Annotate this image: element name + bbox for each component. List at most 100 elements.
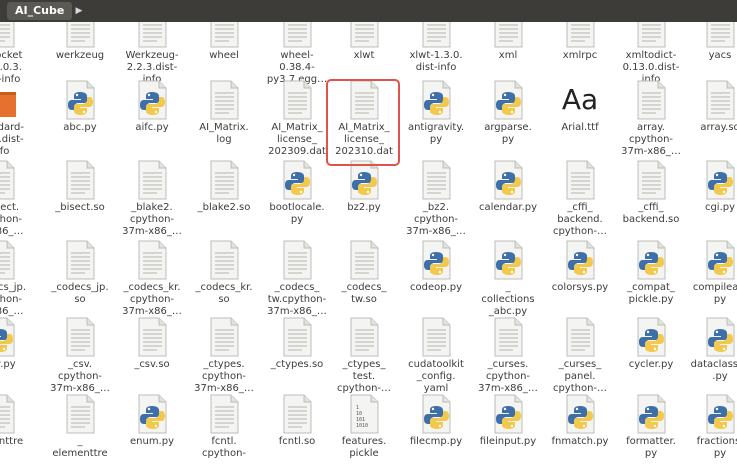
document-icon [135,160,169,200]
file-item[interactable]: _compat_ pickle.py [617,240,685,318]
file-item[interactable]: 1 10 101 1010 features. pickle [330,394,398,468]
document-icon [207,317,241,357]
document-icon [280,317,314,357]
file-item[interactable]: _codecs_kr. cpython- 37m-x86_… [118,240,186,318]
file-item[interactable]: xlwt [330,22,398,86]
file-item[interactable]: ementtre [0,394,34,468]
file-label: _csv. cpython- 37m-x86_… [50,359,110,394]
path-bar: AI_Cube ▶ [0,0,737,22]
file-label: _compat_ pickle.py [627,282,675,305]
file-item[interactable]: _curses_ panel. cpython-… [546,317,614,395]
file-item[interactable]: AI_Matrix. log [190,80,258,158]
file-label: _codecs_kr. cpython- 37m-x86_… [122,282,182,317]
file-item[interactable]: codeop.py [402,240,470,318]
file-item[interactable]: Aa Arial.ttf [546,80,614,158]
python-file-icon [563,394,597,434]
document-icon [207,240,241,280]
file-item[interactable]: antigravity. py [402,80,470,158]
python-file-icon [703,394,737,434]
file-item[interactable]: bz2.py [330,160,398,238]
file-item[interactable]: fcntl. cpython- [190,394,258,468]
file-label: standard- 21.0.dist- info [0,122,24,157]
file-item[interactable]: formatter. py [617,394,685,468]
file-label: aifc.py [135,122,169,133]
file-item[interactable]: fcntl.so [263,394,331,468]
file-label: _cffi_ backend. cpython-… [552,202,608,237]
file-item[interactable]: xml [474,22,542,86]
file-item[interactable]: wheel- 0.38.4- py3.7.egg… [263,22,331,86]
file-label: _ctypes_ test. cpython-… [336,359,392,394]
file-item[interactable]: bootlocale. py [263,160,331,238]
file-item[interactable]: filecmp.py [402,394,470,468]
file-label: xlwt [353,50,375,61]
python-file-icon [703,317,737,357]
file-item[interactable]: ebsocket s-11.0.3. dist-info [0,22,34,86]
file-item[interactable]: compileall. py [686,240,737,318]
file-item[interactable]: _ collections _abc.py [474,240,542,318]
file-item[interactable]: AI_Matrix_ license_ 202309.dat [263,80,331,158]
file-item[interactable]: xlwt-1.3.0. dist-info [402,22,470,86]
file-item[interactable]: _curses. cpython- 37m-x86_… [474,317,542,395]
file-item[interactable]: _codecs_ tw.cpython- 37m-x86_… [263,240,331,318]
file-item[interactable]: werkzeug [46,22,114,86]
file-item[interactable]: _codecs_jp. so [46,240,114,318]
file-item[interactable]: calendar.py [474,160,542,238]
file-item[interactable]: _blake2.so [190,160,258,238]
file-label: antigravity. py [407,122,465,145]
python-file-icon [135,394,169,434]
breadcrumb-current[interactable]: AI_Cube [7,2,73,20]
file-item[interactable]: aifc.py [118,80,186,158]
file-item[interactable]: array. cpython- 37m-x86_… [617,80,685,158]
file-item[interactable]: _blake2. cpython- 37m-x86_… [118,160,186,238]
file-item[interactable]: _bisect. cpython- m-x86_… [0,160,34,238]
file-label: formatter. py [626,436,676,459]
file-item[interactable]: _ctypes. cpython- 37m-x86_… [190,317,258,395]
file-item[interactable]: fnmatch.py [546,394,614,468]
file-item[interactable]: fractions. py [686,394,737,468]
breadcrumb-forward-icon[interactable]: ▶ [70,2,88,20]
file-label: _bz2. cpython- 37m-x86_… [406,202,466,237]
file-item[interactable]: _ctypes.so [263,317,331,395]
file-label: _ elementtre [52,436,108,459]
file-item[interactable]: codecs_jp. cpython- m-x86_… [0,240,34,318]
file-item[interactable]: _codecs_ tw.so [330,240,398,318]
file-item[interactable]: fileinput.py [474,394,542,468]
python-file-icon [347,160,381,200]
file-label: fcntl.so [278,436,316,447]
document-icon [0,22,17,48]
file-item[interactable]: yacs [686,22,737,86]
file-item[interactable]: colorsys.py [546,240,614,318]
document-icon [63,240,97,280]
file-item[interactable]: csv.py [0,317,34,395]
file-item[interactable]: _bisect.so [46,160,114,238]
file-item[interactable]: dataclasses .py [686,317,737,395]
file-item[interactable]: xmltodict- 0.13.0.dist- info [617,22,685,86]
file-item[interactable]: _ elementtre [46,394,114,468]
file-label: bootlocale. py [269,202,325,225]
file-item[interactable]: _cffi_ backend. cpython-… [546,160,614,238]
document-icon [63,394,97,434]
file-item[interactable]: wheel [190,22,258,86]
file-item[interactable]: _cffi_ backend.so [617,160,685,238]
document-icon [63,160,97,200]
file-item[interactable]: _csv. cpython- 37m-x86_… [46,317,114,395]
file-item[interactable]: standard- 21.0.dist- info [0,80,34,158]
file-item[interactable]: cycler.py [617,317,685,395]
document-icon [419,160,453,200]
file-item[interactable]: array.so [686,80,737,158]
file-item[interactable]: abc.py [46,80,114,158]
file-item[interactable]: _bz2. cpython- 37m-x86_… [402,160,470,238]
file-label: Arial.ttf [561,122,599,133]
file-item[interactable]: enum.py [118,394,186,468]
file-item[interactable]: _codecs_kr. so [190,240,258,318]
file-item[interactable]: Werkzeug- 2.2.3.dist- info [118,22,186,86]
file-item[interactable]: _ctypes_ test. cpython-… [330,317,398,395]
file-item[interactable]: cgi.py [686,160,737,238]
file-item[interactable]: argparse. py [474,80,542,158]
file-item[interactable]: _csv.so [118,317,186,395]
document-icon [347,22,381,48]
document-icon [280,394,314,434]
file-item[interactable]: cudatoolkit _config. yaml [402,317,470,395]
file-label: features. pickle [341,436,387,459]
file-item[interactable]: xmlrpc [546,22,614,86]
